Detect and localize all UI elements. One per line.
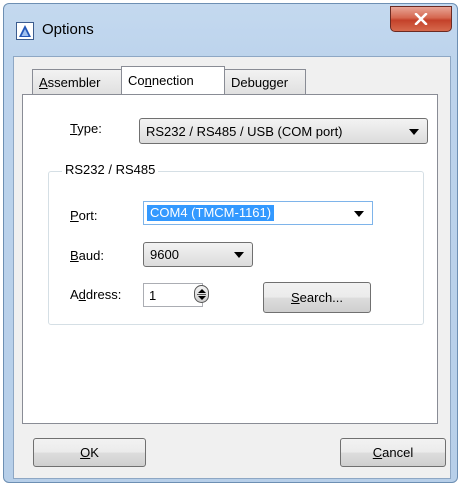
type-label: Type:: [70, 121, 102, 136]
type-select-value: RS232 / RS485 / USB (COM port): [146, 124, 343, 139]
ok-button[interactable]: OK: [33, 438, 146, 467]
cancel-button-label: Cancel: [372, 445, 414, 460]
baud-label: Baud:: [70, 248, 104, 263]
close-icon: [414, 13, 428, 25]
tab-assembler-label: Assembler: [39, 74, 101, 90]
app-icon: [16, 22, 34, 40]
port-select[interactable]: COM4 (TMCM-1161): [143, 201, 373, 225]
chevron-down-icon: [354, 211, 364, 217]
port-select-value: COM4 (TMCM-1161): [147, 205, 275, 221]
window-title: Options: [42, 21, 94, 38]
tab-connection-label: Connection: [128, 73, 194, 88]
type-select[interactable]: RS232 / RS485 / USB (COM port): [139, 118, 428, 144]
search-button[interactable]: Search...: [263, 282, 371, 313]
tab-debugger-label: Debugger: [231, 74, 289, 90]
tab-connection[interactable]: Connection: [121, 66, 225, 94]
address-label: Address:: [70, 287, 122, 302]
address-spin-button[interactable]: [193, 282, 209, 306]
address-input-value: 1: [149, 288, 157, 303]
port-label: Port:: [70, 208, 98, 223]
chevron-down-icon: [409, 129, 419, 135]
close-button[interactable]: [390, 6, 452, 32]
rs232-group-title: RS232 / RS485: [62, 162, 159, 177]
spin-updown-icon: [193, 285, 209, 303]
search-button-label: Search...: [290, 290, 344, 305]
chevron-down-icon: [234, 252, 244, 258]
baud-select-value: 9600: [150, 247, 179, 262]
ok-button-label: OK: [80, 445, 99, 460]
tab-assembler[interactable]: Assembler: [32, 69, 122, 94]
baud-select[interactable]: 9600: [143, 242, 253, 267]
cancel-button[interactable]: Cancel: [340, 438, 446, 467]
tab-debugger[interactable]: Debugger: [224, 69, 306, 94]
